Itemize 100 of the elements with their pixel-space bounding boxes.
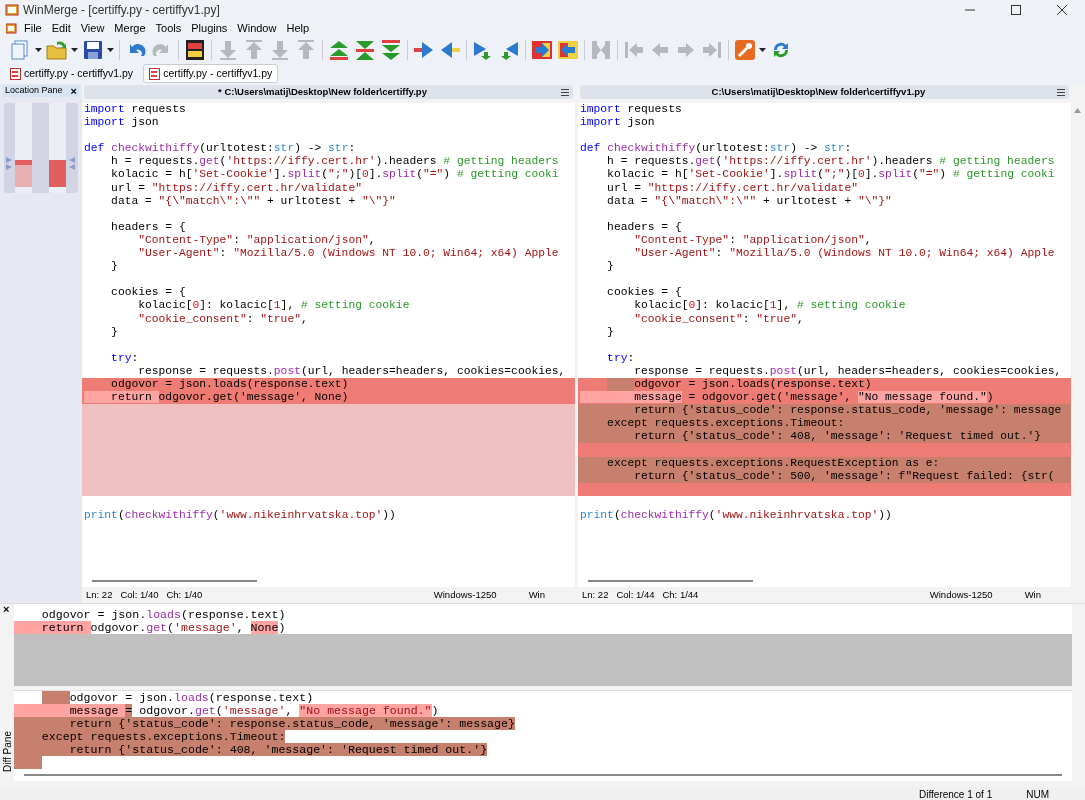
copy-all-left-icon bbox=[557, 38, 579, 61]
compare-document-icon bbox=[10, 67, 21, 80]
code-line: print(checkwithiffy('www.nikeinhrvatska.top')) bbox=[83, 508, 397, 522]
code-line: import json bbox=[83, 116, 160, 130]
caret-icon bbox=[759, 47, 766, 52]
menu-item[interactable]: View bbox=[75, 20, 110, 36]
close-button[interactable]: × bbox=[68, 85, 79, 97]
copy-all-right-icon bbox=[531, 38, 553, 61]
scrollbar-thumb[interactable] bbox=[92, 580, 257, 582]
status-text: Ln: 22 bbox=[582, 587, 609, 602]
code-line: "Content-Type": "application/json", bbox=[633, 233, 873, 248]
status-text: Difference 1 of 1 bbox=[919, 787, 993, 800]
code-line: return {'status_code': 408, 'message': 'Request timed out.'} bbox=[14, 743, 1072, 756]
status-text: Ln: 22 bbox=[86, 587, 113, 602]
caret-icon bbox=[71, 47, 78, 52]
folder-icon bbox=[46, 38, 68, 61]
code-line: def checkwithiffy(urltotest:str) -> str: bbox=[83, 142, 357, 156]
pane-title: Diff Pane bbox=[1, 731, 14, 772]
code-line: url = "https://iffy.cert.hr/validate" bbox=[110, 181, 363, 195]
code-line: kolacic = h['Set-Cookie'].split(";")[0].split("=") # getting cooki bbox=[110, 168, 560, 182]
document-tab[interactable]: certiffy.py - certiffyv1.py bbox=[143, 63, 279, 84]
pane-title: Location Pane bbox=[5, 84, 63, 98]
menu-item[interactable]: Window bbox=[232, 20, 282, 36]
menu-item[interactable]: File bbox=[19, 20, 47, 36]
scrollbar-thumb[interactable] bbox=[588, 580, 753, 582]
code-line: try: bbox=[606, 351, 636, 365]
file-path: C:\Users\matij\Desktop\New folder\certiffyv1.py bbox=[710, 84, 927, 99]
code-line: headers = { bbox=[110, 220, 187, 234]
double-arrow-down-icon bbox=[380, 38, 402, 61]
diff-block bbox=[14, 756, 42, 769]
code-line: odgovor = json.loads(response.text) bbox=[40, 608, 287, 621]
code-line: kolacic[0]: kolacic[1], # setting cookie bbox=[633, 299, 907, 313]
new-button[interactable] bbox=[8, 37, 44, 62]
line-ending-text: Win bbox=[528, 587, 545, 602]
code-line: h = requests.get('https://iffy.cert.hr').headers # getting headers bbox=[606, 155, 1056, 169]
document-tab[interactable]: certiffy.py - certiffyv1.py bbox=[4, 63, 140, 84]
scrollbar-thumb[interactable] bbox=[24, 774, 1062, 776]
code-line: } bbox=[110, 325, 119, 339]
close-icon bbox=[1057, 5, 1067, 15]
arrow-up-icon bbox=[295, 38, 317, 61]
wrench-icon bbox=[734, 38, 756, 61]
code-line: import requests bbox=[579, 103, 683, 117]
code-line: } bbox=[606, 325, 615, 339]
compare-icon bbox=[184, 38, 206, 61]
merge-icon bbox=[590, 38, 612, 61]
code-line: def checkwithiffy(urltotest:str) -> str: bbox=[579, 142, 853, 156]
code-line: return {'status_code': response.status_code, 'message': message} bbox=[14, 717, 1072, 730]
menu-icon bbox=[1057, 88, 1065, 96]
file-path: * C:\Users\matij\Desktop\New folder\certiffy.py bbox=[217, 84, 428, 99]
caret-icon bbox=[35, 47, 42, 52]
scroll-up-icon bbox=[1074, 108, 1081, 113]
menu-icon bbox=[561, 88, 569, 96]
code-line: } bbox=[606, 260, 615, 274]
double-arrow-up-icon bbox=[328, 38, 350, 61]
arrow-up-icon bbox=[243, 38, 265, 61]
status-text: NUM bbox=[1026, 787, 1049, 800]
line-ending-text: Win bbox=[1024, 587, 1041, 602]
code-line: kolacic = h['Set-Cookie'].split(";")[0].split("=") # getting cooki bbox=[606, 168, 1056, 182]
code-line: except requests.exceptions.Timeout: bbox=[14, 730, 1072, 743]
code-line: try: bbox=[110, 351, 140, 365]
code-line: print(checkwithiffy('www.nikeinhrvatska.top')) bbox=[579, 508, 893, 522]
caret-icon bbox=[107, 47, 114, 52]
app-icon bbox=[5, 3, 19, 17]
encoding-text: Windows-1250 bbox=[929, 587, 993, 602]
code-line: message = odgovor.get('message', "No message found.") bbox=[14, 704, 1072, 717]
code-line: cookies = { bbox=[606, 286, 683, 300]
menu-item[interactable]: Help bbox=[281, 20, 315, 36]
code-line: data = "{\"match\":\"" + urltotest + "\"}" bbox=[606, 194, 893, 208]
document-menu-icon bbox=[6, 22, 17, 34]
code-line: import json bbox=[579, 116, 656, 130]
code-line: h = requests.get('https://iffy.cert.hr').headers # getting headers bbox=[110, 155, 560, 169]
arrow-down-icon bbox=[217, 38, 239, 61]
status-text: Col: 1/40 bbox=[120, 587, 159, 602]
code-line: "User-Agent": "Mozilla/5.0 (Windows NT 10.0; Win64; x64) Apple bbox=[137, 247, 560, 261]
encoding-text: Windows-1250 bbox=[433, 587, 497, 602]
menu-item[interactable]: Merge bbox=[109, 20, 151, 36]
code-line: response = requests.post(url, headers=headers, cookies=cookies, bbox=[137, 364, 567, 378]
code-line: "cookie_consent": "true", bbox=[137, 312, 309, 326]
code-line: "cookie_consent": "true", bbox=[633, 312, 805, 326]
arrow-down-icon bbox=[269, 38, 291, 61]
code-line: url = "https://iffy.cert.hr/validate" bbox=[606, 181, 859, 195]
code-line: } bbox=[110, 260, 119, 274]
maximize-icon bbox=[1011, 5, 1021, 15]
code-line: "Content-Type": "application/json", bbox=[137, 233, 377, 248]
options-button[interactable] bbox=[732, 37, 768, 62]
close-button[interactable]: × bbox=[1, 604, 12, 615]
menu-item[interactable]: Edit bbox=[46, 20, 76, 36]
code-line: cookies = { bbox=[110, 286, 187, 300]
code-line: data = "{\"match\":\"" + urltotest + "\"}" bbox=[110, 194, 397, 208]
code-line: headers = { bbox=[606, 220, 683, 234]
menu-item[interactable]: Plugins bbox=[186, 20, 233, 36]
menu-item[interactable]: Tools bbox=[150, 20, 187, 36]
converging-arrows-icon bbox=[354, 38, 376, 61]
code-line: response = requests.post(url, headers=headers, cookies=cookies, bbox=[633, 364, 1063, 378]
code-line: kolacic[0]: kolacic[1], # setting cookie bbox=[137, 299, 411, 313]
compare-document-icon bbox=[149, 67, 161, 80]
code-line: import requests bbox=[83, 103, 187, 117]
code-line: return odgovor.get('message', None) bbox=[14, 621, 1072, 634]
status-text: Col: 1/44 bbox=[616, 587, 655, 602]
status-text: Ch: 1/40 bbox=[166, 587, 203, 602]
